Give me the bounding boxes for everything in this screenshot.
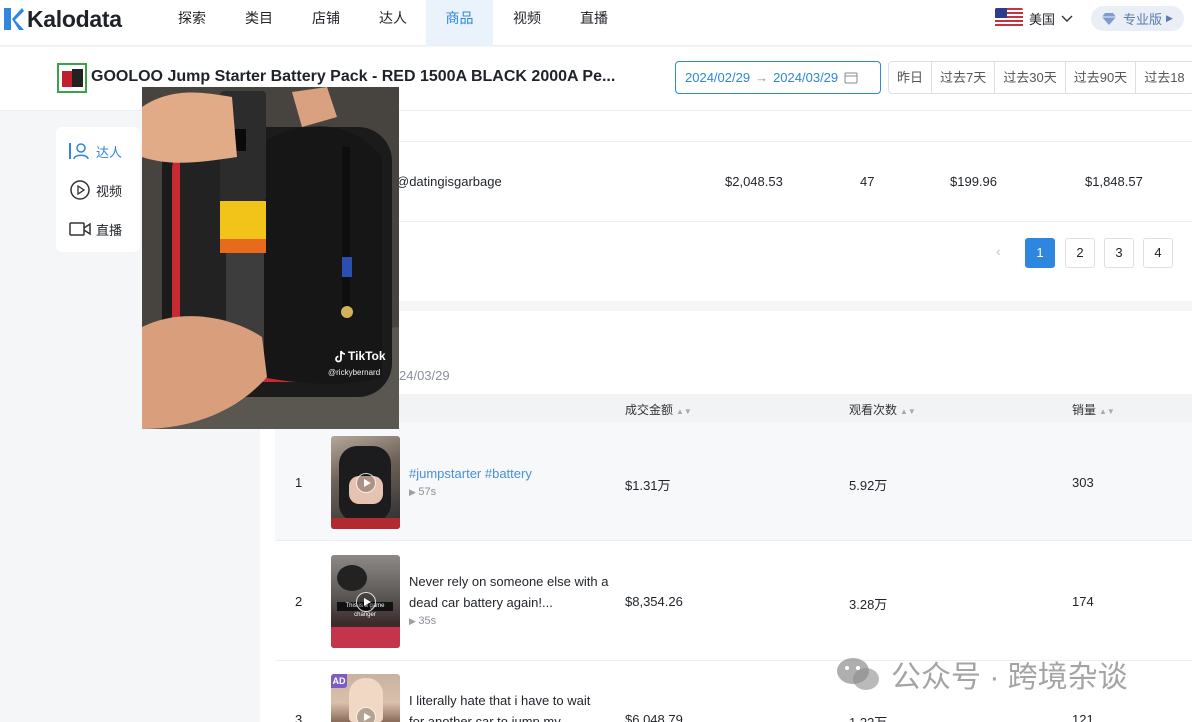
creator-count: 47 — [860, 174, 875, 189]
row-sales: 121 — [1072, 712, 1094, 722]
video-title[interactable]: #jumpstarter #battery — [409, 463, 609, 484]
preset-7d[interactable]: 过去7天 — [932, 62, 996, 93]
video-duration: 35s — [409, 615, 436, 627]
page-3[interactable]: 3 — [1104, 238, 1134, 268]
row-rank: 3 — [295, 712, 303, 722]
nav-explore[interactable]: 探索 — [172, 0, 212, 46]
product-thumbnail — [57, 63, 87, 93]
wechat-icon — [837, 658, 879, 690]
col-revenue-label: 成交金额 — [625, 403, 674, 417]
creator-panel — [260, 111, 1192, 301]
video-thumbnail[interactable] — [331, 436, 400, 529]
row-views: 3.28万 — [849, 597, 888, 612]
col-revenue[interactable]: 成交金额 ▲▼ — [625, 401, 692, 418]
chevron-down-icon — [1061, 15, 1073, 22]
row-rank: 2 — [295, 594, 303, 609]
preset-90d[interactable]: 过去90天 — [1066, 62, 1137, 93]
pro-badge[interactable]: 专业版 ▶ — [1091, 6, 1184, 31]
calendar-icon — [844, 72, 858, 84]
country-selector[interactable]: 美国 — [995, 8, 1074, 28]
date-end: 2024/03/29 — [773, 70, 839, 85]
preset-30d[interactable]: 过去30天 — [995, 62, 1066, 93]
creator-avg: $199.96 — [950, 174, 997, 189]
nav-video[interactable]: 视频 — [507, 0, 547, 46]
prev-page-icon[interactable]: ‹ — [996, 243, 1001, 259]
row-views: 1.23万 — [849, 712, 887, 722]
video-title[interactable]: Never rely on someone else with a dead c… — [409, 571, 609, 613]
kalodata-logo[interactable]: Kalodata — [4, 5, 122, 32]
play-circle-icon — [70, 180, 90, 200]
tiktok-user: @rickybernard — [328, 368, 381, 377]
play-icon — [356, 592, 376, 612]
page-1[interactable]: 1 — [1025, 238, 1055, 268]
row-views: 5.92万 — [849, 478, 888, 493]
page-4[interactable]: 4 — [1143, 238, 1173, 268]
creator-amount: $1,848.57 — [1085, 174, 1143, 189]
date-start: 2024/02/29 — [685, 70, 751, 85]
tiktok-icon — [335, 350, 346, 362]
col-sales-label: 销量 — [1072, 403, 1097, 417]
play-icon — [356, 707, 376, 722]
col-sales[interactable]: 销量 ▲▼ — [1072, 401, 1115, 418]
date-presets: 昨日 过去7天 过去30天 过去90天 过去18 — [888, 61, 1192, 94]
pro-label: 专业版 — [1123, 12, 1163, 27]
video-title[interactable]: I literally hate that i have to wait for… — [409, 690, 609, 722]
sort-icon: ▲▼ — [1099, 407, 1115, 416]
page-2[interactable]: 2 — [1065, 238, 1095, 268]
col-views-label: 观看次数 — [849, 403, 898, 417]
brand-name: Kalodata — [27, 5, 122, 32]
row-revenue: $1.31万 — [625, 478, 671, 493]
video-preview-popup[interactable]: TikTok @rickybernard — [142, 87, 399, 429]
nav-product[interactable]: 商品 — [426, 0, 493, 46]
tiktok-logo: TikTok — [334, 349, 386, 363]
diamond-icon — [1102, 12, 1116, 25]
col-views[interactable]: 观看次数 ▲▼ — [849, 401, 916, 418]
side-item-label: 直播 — [96, 222, 123, 238]
sort-icon: ▲▼ — [900, 407, 916, 416]
video-duration: 57s — [409, 486, 436, 498]
ad-badge: AD — [331, 674, 347, 688]
nav-creator[interactable]: 达人 — [373, 0, 413, 46]
nav-live[interactable]: 直播 — [574, 0, 614, 46]
caret-right-icon: ▶ — [1166, 13, 1173, 23]
row-sales: 303 — [1072, 475, 1094, 490]
side-item-label: 视频 — [96, 183, 123, 199]
watermark-text: 公众号 · 跨境杂谈 — [891, 661, 1128, 694]
sort-icon: ▲▼ — [676, 407, 692, 416]
user-icon — [69, 143, 89, 160]
date-range-picker[interactable]: 2024/02/29 → 2024/03/29 — [675, 61, 881, 94]
row-revenue: $8,354.26 — [625, 594, 683, 609]
kalodata-logo-icon — [4, 8, 24, 30]
top-nav: Kalodata 探索 类目 店铺 达人 商品 视频 直播 美国 专业版 ▶ — [0, 0, 1192, 46]
row-revenue: $6,048.79 — [625, 712, 683, 722]
product-title: GOOLOO Jump Starter Battery Pack - RED 1… — [91, 68, 616, 85]
video-thumbnail[interactable]: AD — [331, 674, 400, 722]
side-item-label: 达人 — [96, 144, 123, 160]
video-thumbnail[interactable]: This is a game changer — [331, 555, 400, 648]
us-flag-icon — [995, 8, 1023, 28]
side-menu: 达人 视频 直播 — [56, 127, 140, 252]
nav-shop[interactable]: 店铺 — [306, 0, 346, 46]
side-item-video[interactable]: 视频 — [69, 179, 122, 201]
country-label: 美国 — [1029, 11, 1056, 27]
date-fragment: 24/03/29 — [399, 368, 450, 383]
preset-180d[interactable]: 过去18 — [1136, 62, 1192, 93]
video-camera-icon — [69, 222, 91, 236]
row-rank: 1 — [295, 475, 303, 490]
preset-yesterday[interactable]: 昨日 — [889, 62, 933, 93]
creator-revenue: $2,048.53 — [725, 174, 783, 189]
side-item-creator[interactable]: 达人 — [69, 140, 122, 162]
arrow-right-icon: → — [755, 70, 769, 85]
side-item-live[interactable]: 直播 — [69, 218, 122, 240]
nav-category[interactable]: 类目 — [239, 0, 279, 46]
creator-handle[interactable]: @datingisgarbage — [396, 174, 502, 189]
row-sales: 174 — [1072, 594, 1094, 609]
tiktok-label: TikTok — [348, 349, 386, 363]
play-icon — [356, 473, 376, 493]
wechat-watermark: 公众号 · 跨境杂谈 — [835, 652, 1128, 696]
video-table-header — [275, 394, 1192, 422]
preview-video-frame — [142, 87, 399, 429]
